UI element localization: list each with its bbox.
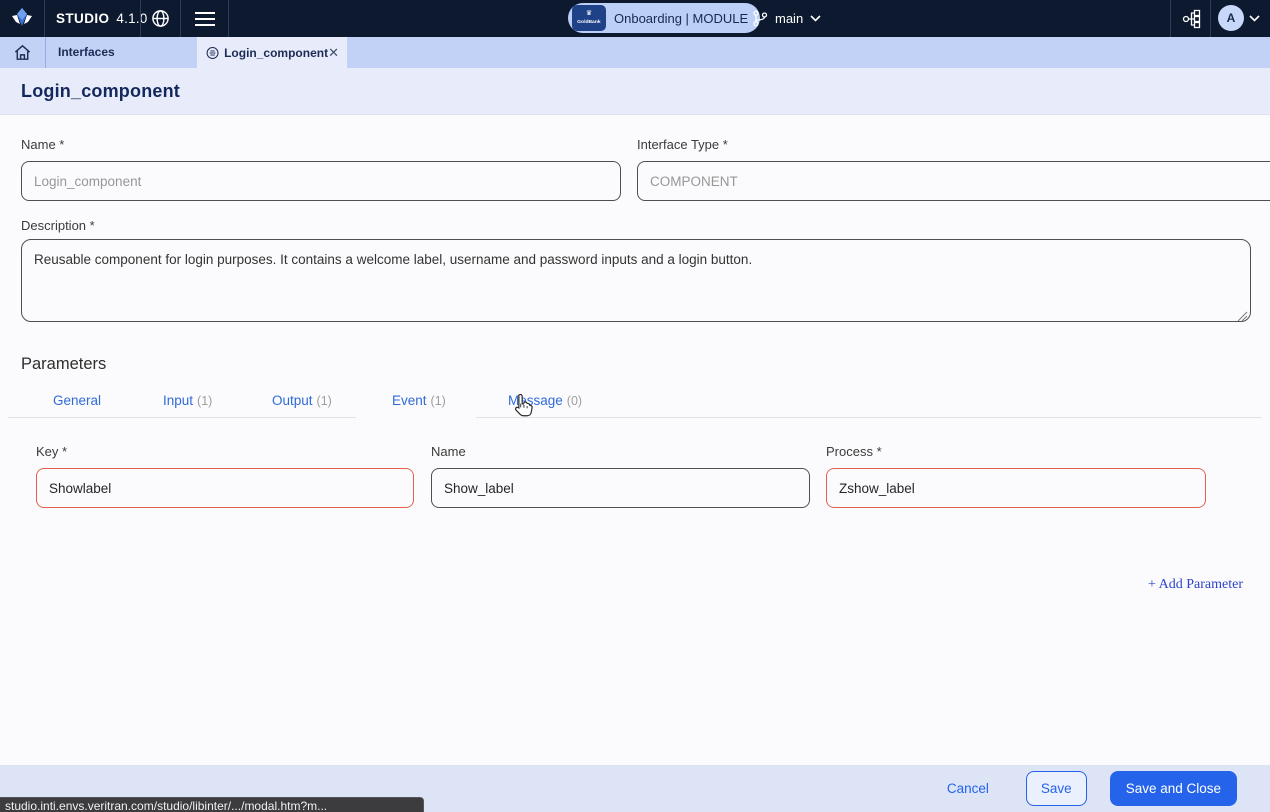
avatar-initial: A <box>1227 11 1236 25</box>
interface-type-label: Interface Type * <box>637 137 728 152</box>
home-tab-button[interactable] <box>0 37 45 68</box>
tab-count: (1) <box>197 394 212 408</box>
param-name-field[interactable] <box>431 468 810 508</box>
active-tab-label: Login_component <box>224 46 328 60</box>
goldbank-logo: ♛ GoldBank <box>572 5 606 31</box>
tab-label: General <box>53 393 101 408</box>
account-menu-button[interactable] <box>1246 0 1262 37</box>
user-avatar[interactable]: A <box>1218 5 1244 31</box>
git-branch-icon <box>752 10 768 27</box>
tab-label: Input <box>163 393 193 408</box>
save-button[interactable]: Save <box>1026 771 1087 806</box>
project-module-label: Onboarding | MODULE <box>614 11 748 26</box>
tab-count: (1) <box>317 394 332 408</box>
tab-label: Message <box>508 393 563 408</box>
org-chart-icon <box>1182 9 1202 29</box>
crown-icon: ♛ <box>586 11 592 17</box>
chevron-down-icon <box>810 15 821 22</box>
tab-label: Output <box>272 393 313 408</box>
brand-title: STUDIO 4.1.0 <box>56 0 147 37</box>
param-key-field[interactable] <box>36 468 414 508</box>
hamburger-icon <box>194 11 216 27</box>
branch-name: main <box>775 11 803 26</box>
language-globe-button[interactable] <box>146 0 174 37</box>
divider <box>44 0 45 37</box>
tab-label: Event <box>392 393 427 408</box>
param-process-field[interactable] <box>826 468 1206 508</box>
chevron-down-icon <box>1249 15 1260 22</box>
key-label: Key * <box>36 444 67 459</box>
param-tab-general[interactable]: General <box>53 393 105 408</box>
name-label: Name * <box>21 137 64 152</box>
parameters-heading: Parameters <box>21 355 106 374</box>
page-header: Login_component <box>0 68 1270 115</box>
globe-icon <box>151 9 170 28</box>
description-field[interactable]: Reusable component for login purposes. I… <box>21 239 1251 322</box>
divider <box>140 0 141 37</box>
divider <box>45 37 46 68</box>
project-module-badge[interactable]: ♛ GoldBank Onboarding | MODULE <box>568 3 760 33</box>
top-navigation-bar: STUDIO4.1.0 ♛ GoldBank Onboarding | <box>0 0 1270 37</box>
page-title: Login_component <box>21 68 180 115</box>
divider <box>1210 0 1211 37</box>
param-tab-event[interactable]: Event (1) <box>392 393 446 408</box>
brand-name: STUDIO <box>56 11 109 26</box>
save-and-close-button[interactable]: Save and Close <box>1110 771 1237 806</box>
app-window: STUDIO4.1.0 ♛ GoldBank Onboarding | <box>0 0 1270 812</box>
tab-count: (0) <box>567 394 582 408</box>
home-icon <box>13 43 32 62</box>
studio-logo-icon[interactable] <box>8 4 36 37</box>
tab-divider <box>8 417 356 418</box>
divider <box>180 0 181 37</box>
branch-selector[interactable]: main <box>752 0 821 37</box>
interface-icon <box>206 45 219 61</box>
resize-handle-icon[interactable] <box>1237 309 1248 327</box>
main-menu-button[interactable] <box>192 0 218 37</box>
description-label: Description * <box>21 218 95 233</box>
goldbank-logo-text: GoldBank <box>577 18 600 24</box>
divider <box>228 0 229 37</box>
param-name-label: Name <box>431 444 466 459</box>
status-bar-url: studio.inti.envs.veritran.com/studio/lib… <box>0 797 424 812</box>
tab-divider <box>476 417 1262 418</box>
cancel-button[interactable]: Cancel <box>947 781 989 796</box>
process-label: Process * <box>826 444 882 459</box>
tab-interfaces[interactable]: Interfaces <box>58 37 115 68</box>
name-field[interactable] <box>21 161 621 201</box>
document-tab-bar: Interfaces Login_component ✕ <box>0 37 1270 68</box>
param-tab-message[interactable]: Message (0) <box>508 393 582 408</box>
divider <box>1170 0 1171 37</box>
tab-count: (1) <box>431 394 446 408</box>
param-tab-input[interactable]: Input (1) <box>163 393 212 408</box>
tab-login-component[interactable]: Login_component ✕ <box>197 37 347 68</box>
param-tab-output[interactable]: Output (1) <box>272 393 332 408</box>
brand-version: 4.1.0 <box>116 11 147 26</box>
hierarchy-button[interactable] <box>1178 0 1206 37</box>
close-tab-icon[interactable]: ✕ <box>328 46 339 59</box>
add-parameter-link[interactable]: + Add Parameter <box>1148 577 1243 593</box>
interface-type-field[interactable] <box>637 161 1270 201</box>
